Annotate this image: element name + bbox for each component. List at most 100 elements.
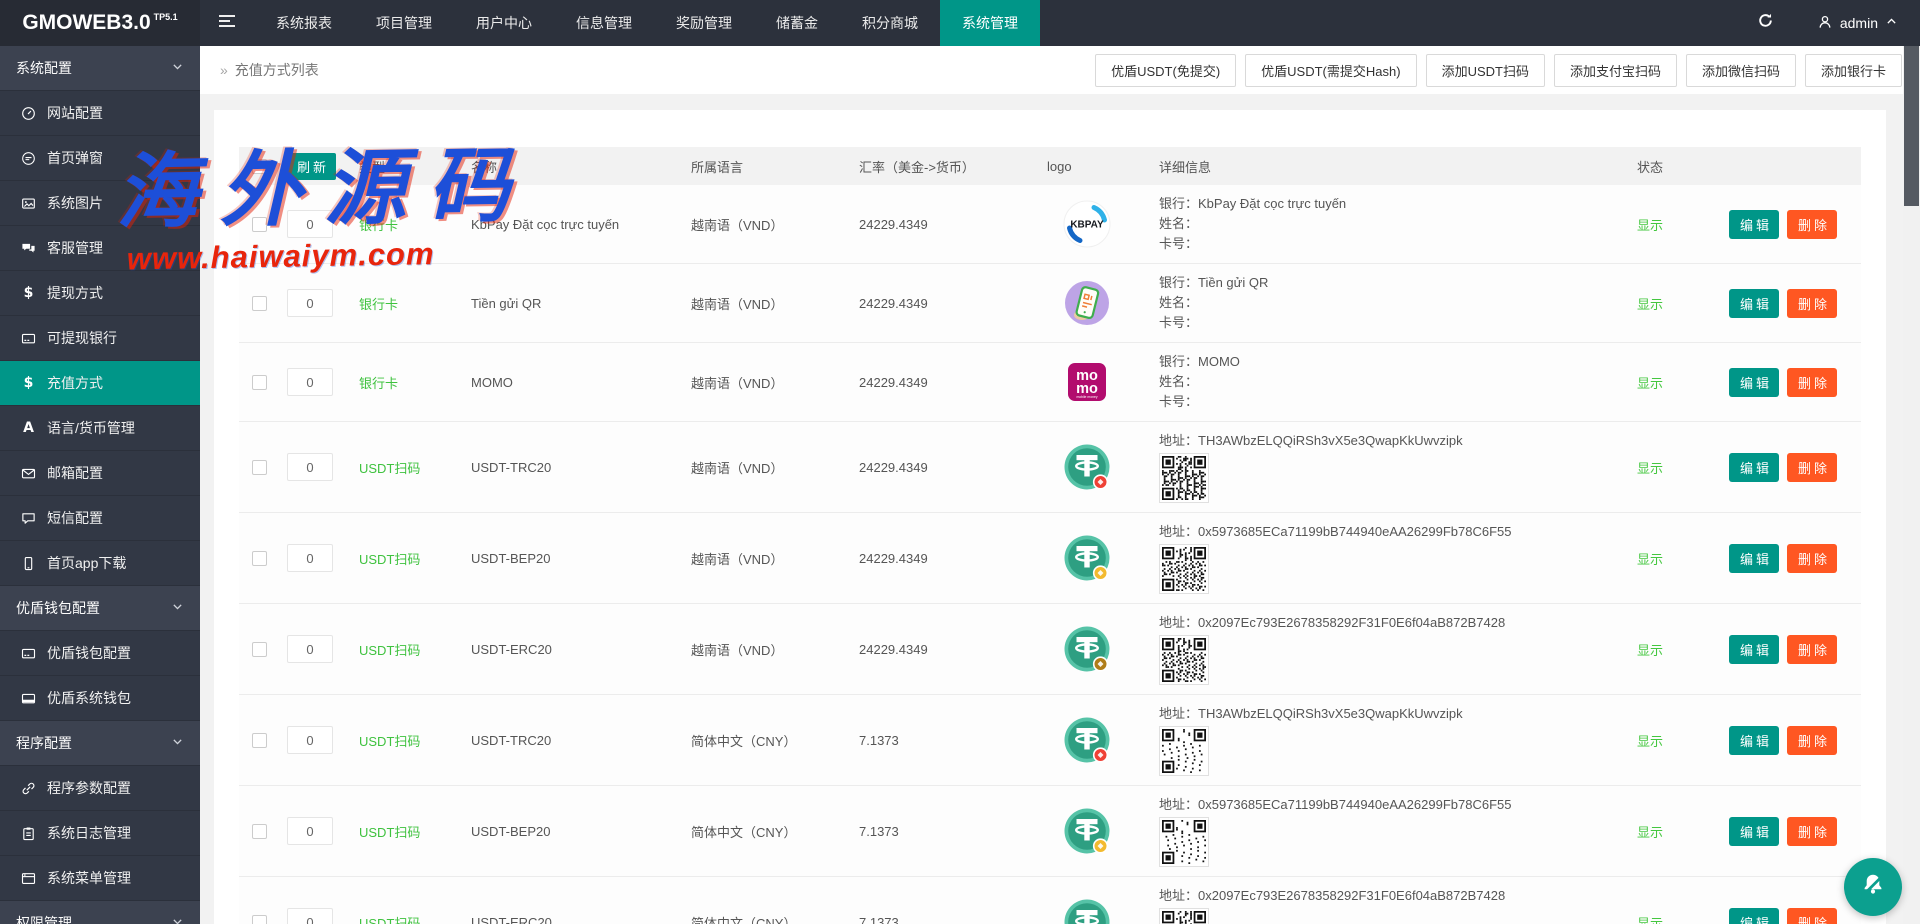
sidebar-item[interactable]: 网站配置 [0, 91, 200, 136]
nav-menu-item[interactable]: 用户中心 [454, 0, 554, 46]
sidebar-item[interactable]: 优盾系统钱包 [0, 676, 200, 721]
rate-cell: 7.1373 [859, 914, 899, 924]
nav-menu-item[interactable]: 系统报表 [254, 0, 354, 46]
row-checkbox[interactable] [251, 551, 267, 567]
sidebar-group-header[interactable]: 系统配置 [0, 46, 200, 91]
sidebar-item[interactable]: 程序参数配置 [0, 766, 200, 811]
sidebar-item[interactable]: 系统菜单管理 [0, 856, 200, 901]
sidebar-item[interactable]: 可提现银行 [0, 316, 200, 361]
edit-button[interactable]: 编辑 [1729, 209, 1780, 239]
sidebar-item[interactable]: 客服管理 [0, 226, 200, 271]
sort-input[interactable] [287, 453, 333, 481]
delete-button[interactable]: 删除 [1787, 209, 1838, 239]
sort-input[interactable] [287, 726, 333, 754]
sidebar-item[interactable]: A 语言/货币管理 [0, 406, 200, 451]
sidebar-item[interactable]: 邮箱配置 [0, 451, 200, 496]
status-toggle[interactable]: 显示 [1637, 825, 1663, 840]
sidebar-group-header[interactable]: 优盾钱包配置 [0, 586, 200, 631]
status-toggle[interactable]: 显示 [1637, 297, 1663, 312]
sort-input[interactable] [287, 368, 333, 396]
delete-button[interactable]: 删除 [1787, 907, 1838, 924]
select-all-checkbox[interactable] [251, 159, 267, 175]
user-icon [1817, 14, 1833, 33]
delete-button[interactable]: 删除 [1787, 816, 1838, 846]
table-row: 银行卡 Tiền gửi QR 越南语（VND） 24229.4349 银行：T… [239, 263, 1861, 343]
edit-button[interactable]: 编辑 [1729, 288, 1780, 318]
name-cell: MOMO [471, 374, 513, 390]
sidebar-item[interactable]: 短信配置 [0, 496, 200, 541]
sidebar-item[interactable]: $ 充值方式 [0, 361, 200, 406]
edit-button[interactable]: 编辑 [1729, 816, 1780, 846]
sort-input[interactable] [287, 210, 333, 238]
svg-text:KBPAY: KBPAY [1070, 220, 1104, 231]
nav-menu-item[interactable]: 积分商城 [840, 0, 940, 46]
rate-cell: 24229.4349 [859, 374, 928, 390]
log-icon [20, 826, 37, 841]
nav-menu-item-label: 系统报表 [276, 15, 332, 31]
row-checkbox[interactable] [251, 296, 267, 312]
row-checkbox[interactable] [251, 217, 267, 233]
scrollbar-thumb[interactable] [1904, 46, 1919, 206]
qr-code [1159, 544, 1209, 594]
sidebar-group-header[interactable]: 程序配置 [0, 721, 200, 766]
delete-button[interactable]: 删除 [1787, 367, 1838, 397]
nav-menu-item[interactable]: 项目管理 [354, 0, 454, 46]
row-checkbox[interactable] [251, 460, 267, 476]
sort-input[interactable] [287, 817, 333, 845]
user-menu[interactable]: admin [1795, 0, 1920, 46]
row-checkbox[interactable] [251, 915, 267, 924]
sort-input[interactable] [287, 908, 333, 924]
sidebar-item[interactable]: 优盾钱包配置 [0, 631, 200, 676]
toolbar-button[interactable]: 添加微信扫码 [1685, 53, 1796, 87]
sidebar-group-header[interactable]: 权限管理 [0, 901, 200, 924]
status-toggle[interactable]: 显示 [1637, 461, 1663, 476]
toolbar-button[interactable]: 优盾USDT(需提交Hash) [1245, 53, 1417, 87]
status-toggle[interactable]: 显示 [1637, 916, 1663, 924]
type-label: USDT扫码 [359, 551, 421, 567]
row-checkbox[interactable] [251, 733, 267, 749]
sidebar-item[interactable]: 首页弹窗 [0, 136, 200, 181]
edit-button[interactable]: 编辑 [1729, 634, 1780, 664]
toolbar-button[interactable]: 添加支付宝扫码 [1553, 53, 1677, 87]
status-toggle[interactable]: 显示 [1637, 643, 1663, 658]
delete-button[interactable]: 删除 [1787, 288, 1838, 318]
nav-menu-item-label: 系统管理 [962, 15, 1018, 31]
delete-button[interactable]: 删除 [1787, 725, 1838, 755]
edit-button[interactable]: 编辑 [1729, 543, 1780, 573]
toolbar-button[interactable]: 添加银行卡 [1804, 53, 1902, 87]
edit-button[interactable]: 编辑 [1729, 907, 1780, 924]
sidebar-item[interactable]: 系统图片 [0, 181, 200, 226]
refresh-page-button[interactable] [1737, 0, 1795, 46]
nav-menu-item[interactable]: 信息管理 [554, 0, 654, 46]
delete-button[interactable]: 删除 [1787, 543, 1838, 573]
sort-input[interactable] [287, 635, 333, 663]
edit-button[interactable]: 编辑 [1729, 367, 1780, 397]
refresh-table-button[interactable]: 刷新 [287, 152, 337, 180]
sort-input[interactable] [287, 289, 333, 317]
status-toggle[interactable]: 显示 [1637, 218, 1663, 233]
nav-menu-item[interactable]: 奖励管理 [654, 0, 754, 46]
status-toggle[interactable]: 显示 [1637, 552, 1663, 567]
status-toggle[interactable]: 显示 [1637, 734, 1663, 749]
delete-button[interactable]: 删除 [1787, 634, 1838, 664]
type-label: USDT扫码 [359, 915, 421, 924]
sidebar-item[interactable]: $ 提现方式 [0, 271, 200, 316]
row-checkbox[interactable] [251, 824, 267, 840]
edit-button[interactable]: 编辑 [1729, 725, 1780, 755]
delete-button[interactable]: 删除 [1787, 452, 1838, 482]
sidebar-item[interactable]: 系统日志管理 [0, 811, 200, 856]
toolbar-button[interactable]: 添加USDT扫码 [1425, 53, 1545, 87]
breadcrumb: » 充值方式列表 [220, 60, 319, 80]
notification-mute-fab[interactable] [1844, 858, 1902, 916]
nav-menu-item[interactable]: 系统管理 [940, 0, 1040, 46]
edit-button[interactable]: 编辑 [1729, 452, 1780, 482]
sidebar-toggle-button[interactable] [200, 0, 254, 46]
toolbar-button[interactable]: 优盾USDT(免提交) [1095, 53, 1237, 87]
sort-input[interactable] [287, 544, 333, 572]
nav-menu-item[interactable]: 储蓄金 [754, 0, 840, 46]
row-checkbox[interactable] [251, 642, 267, 658]
sidebar-item[interactable]: 首页app下载 [0, 541, 200, 586]
main-content: » 充值方式列表 优盾USDT(免提交) 优盾USDT(需提交Hash) 添加USDT… [200, 46, 1920, 924]
row-checkbox[interactable] [251, 375, 267, 391]
status-toggle[interactable]: 显示 [1637, 376, 1663, 391]
